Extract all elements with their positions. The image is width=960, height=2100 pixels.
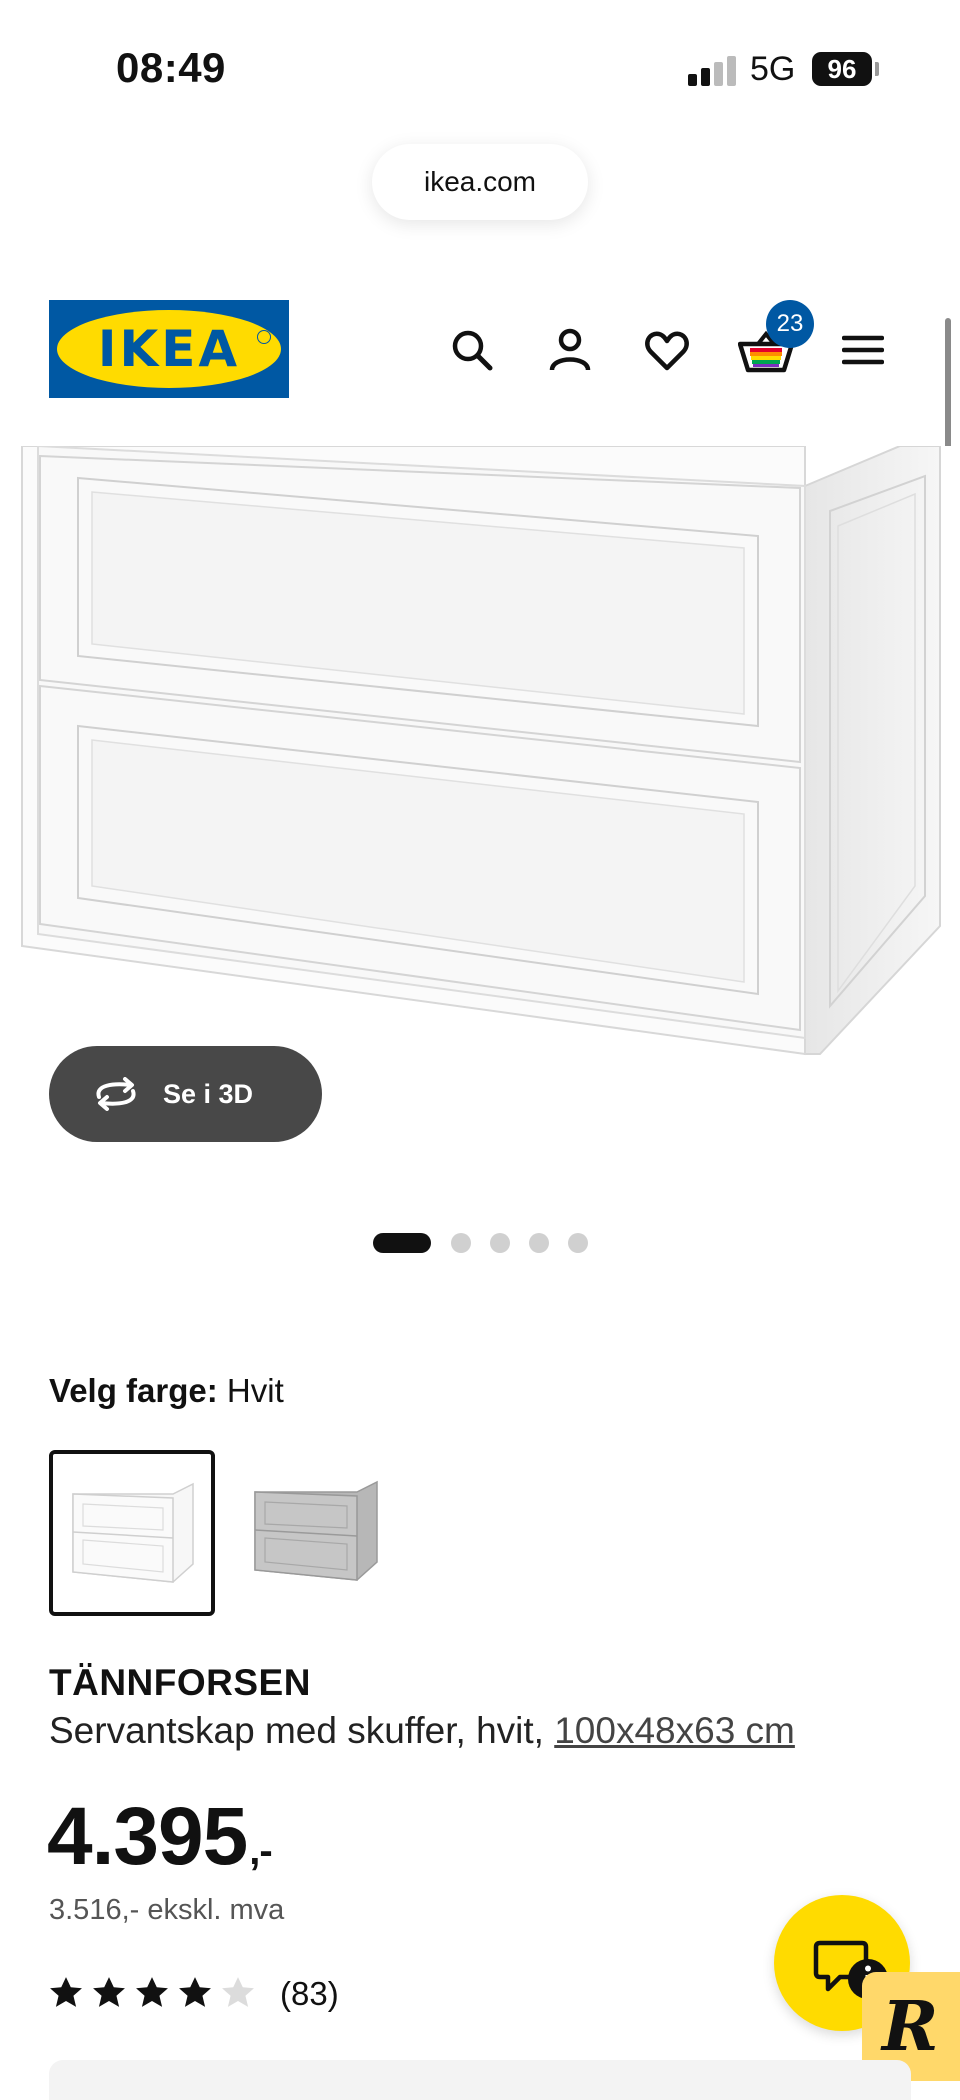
star-icon [222,1976,254,2007]
battery-icon: 96 [812,52,872,86]
view-3d-label: Se i 3D [163,1078,254,1109]
gallery-pagination [0,1231,960,1253]
color-swatch-white[interactable] [49,1450,215,1616]
logo-text: IKEA [97,320,241,378]
search-icon[interactable] [448,326,496,374]
star-icon [136,1976,168,2007]
gallery-dot-2[interactable] [451,1233,471,1253]
product-type: Servantskap med skuffer, hvit, [49,1710,555,1751]
color-label-key: Velg farge: [49,1372,218,1409]
url-text: ikea.com [423,166,537,197]
bottom-panel [49,2060,911,2100]
rating-stars [49,1975,264,2014]
network-type: 5G [750,50,796,88]
product-description: Servantskap med skuffer, hvit, 100x48x63… [49,1710,795,1752]
site-header: IKEA 23 [0,290,960,410]
ikea-logo[interactable]: IKEA [49,300,289,398]
status-time: 08:49 [116,44,226,91]
product-rating[interactable]: (83) [49,1972,339,2016]
color-label-value: Hvit [226,1372,284,1409]
url-bar[interactable]: ikea.com [372,144,588,220]
price-suffix: ,- [249,1829,272,1873]
price-amount: 4.395 [47,1791,248,1882]
battery-tip [875,62,879,76]
svg-text:R: R [880,1987,939,2067]
gallery-dot-3[interactable] [490,1233,510,1253]
menu-icon[interactable] [841,326,890,374]
heart-icon[interactable] [643,326,691,374]
gallery-dot-5[interactable] [568,1233,588,1253]
product-image[interactable] [0,444,960,1066]
rotate-3d-icon [96,1077,136,1111]
color-select-label: Velg farge: Hvit [49,1372,284,1410]
star-icon [179,1976,211,2007]
star-icon [93,1976,125,2007]
color-swatch-grey[interactable] [245,1450,411,1616]
account-icon[interactable] [546,326,594,374]
product-name: TÄNNFORSEN [49,1662,311,1703]
review-count: (83) [280,1975,339,2012]
battery-level: 96 [827,53,857,84]
registered-mark [257,330,271,344]
product-dimensions-link[interactable]: 100x48x63 cm [554,1710,795,1751]
product-price: 4.395,- [47,1790,273,1884]
gallery-dot-4[interactable] [529,1233,549,1253]
price-ex-vat: 3.516,- ekskl. mva [49,1894,285,1926]
star-icon [50,1976,82,2007]
view-3d-button[interactable]: Se i 3D [49,1046,322,1142]
cart-count-badge: 23 [766,300,814,348]
gallery-dot-1[interactable] [373,1233,431,1253]
status-bar: 08:49 5G 96 [0,0,960,140]
signal-icon [688,56,736,86]
